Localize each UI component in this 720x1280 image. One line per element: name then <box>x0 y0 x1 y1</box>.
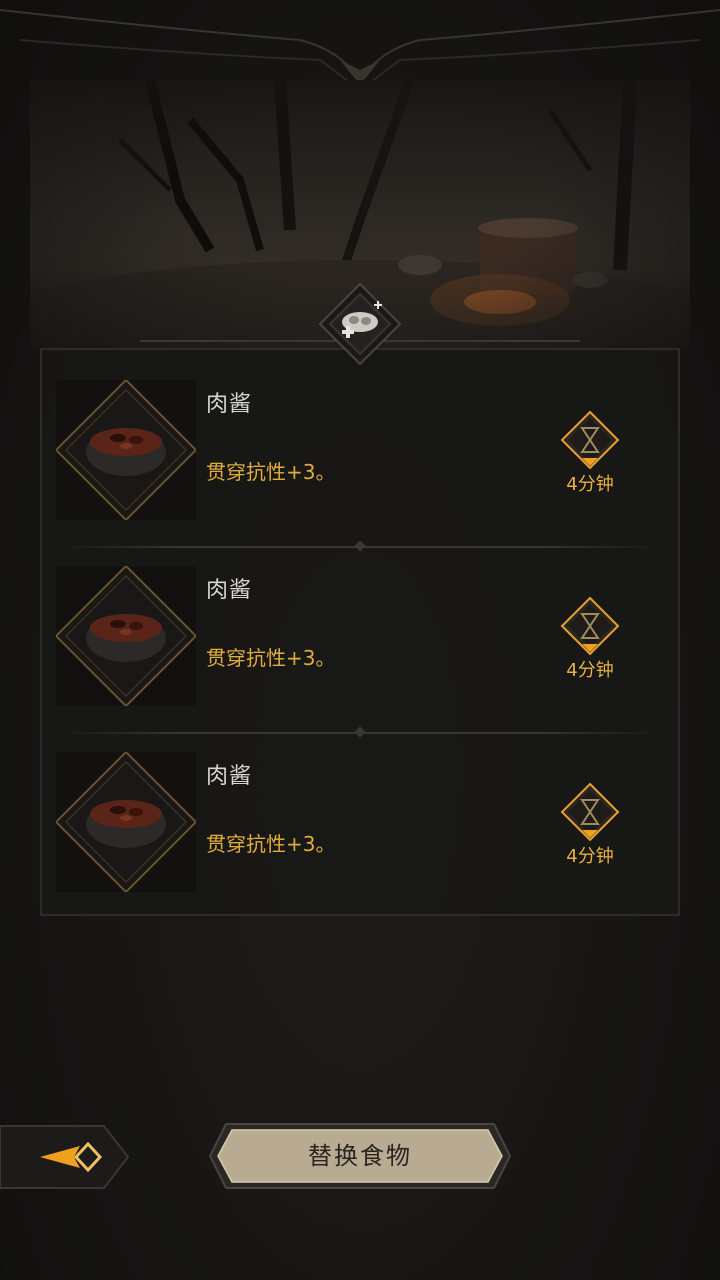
duration-label: 4分钟 <box>566 846 614 867</box>
food-effect: 贯穿抗性+3。 <box>206 460 336 484</box>
food-effect: 贯穿抗性+3。 <box>206 646 336 670</box>
food-name: 肉酱 <box>206 764 253 789</box>
food-row-3[interactable]: 肉酱 贯穿抗性+3。 4分钟 <box>56 752 664 902</box>
duration-label: 4分钟 <box>566 660 614 681</box>
meat-sauce-bowl-icon <box>56 380 196 520</box>
food-row-1[interactable]: 肉酱 贯穿抗性+3。 4分钟 <box>56 380 664 530</box>
hourglass-icon <box>560 782 620 842</box>
meat-sauce-bowl-icon <box>56 752 196 892</box>
food-row-2[interactable]: 肉酱 贯穿抗性+3。 4分钟 <box>56 566 664 716</box>
back-button[interactable] <box>0 1124 130 1190</box>
food-name: 肉酱 <box>206 578 253 603</box>
row-divider <box>60 540 660 552</box>
back-arrow-icon <box>0 1125 130 1189</box>
meat-sauce-bowl-icon <box>56 566 196 706</box>
food-name: 肉酱 <box>206 392 253 417</box>
row-divider <box>60 726 660 738</box>
hourglass-icon <box>560 410 620 470</box>
food-buff-icon <box>318 282 402 366</box>
hourglass-icon <box>560 596 620 656</box>
food-buff-screen: 肉酱 贯穿抗性+3。 4分钟 肉酱 贯穿抗性+3。 4分钟 肉酱 贯穿抗性+3。… <box>0 0 720 1280</box>
replace-food-label: 替换食物 <box>308 1142 412 1170</box>
duration-label: 4分钟 <box>566 474 614 495</box>
replace-food-button[interactable]: 替换食物 <box>208 1122 512 1190</box>
food-effect: 贯穿抗性+3。 <box>206 832 336 856</box>
